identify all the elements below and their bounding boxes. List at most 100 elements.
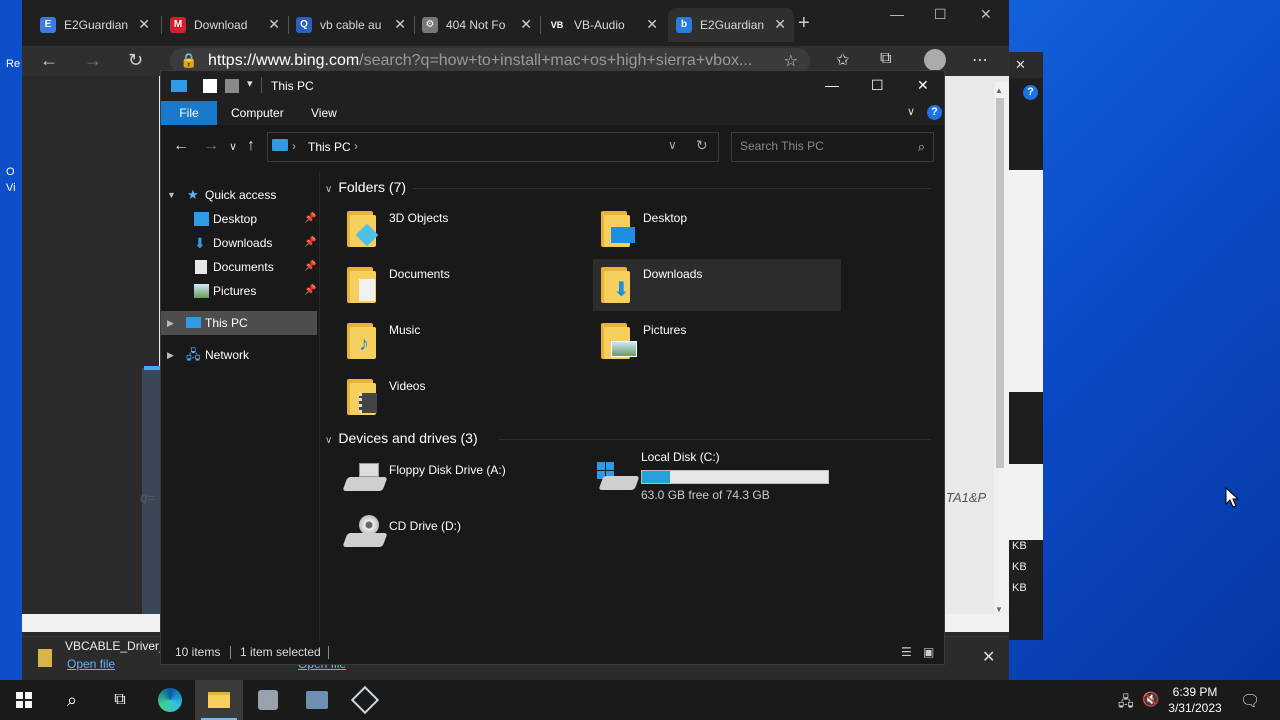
up-arrow-icon[interactable]: ↑ — [247, 137, 255, 155]
details-view-icon[interactable]: ☰ — [901, 645, 912, 659]
group-header-folders[interactable]: ∨ Folders (7) — [325, 179, 406, 195]
folder-3d-objects[interactable]: 3D Objects — [339, 203, 587, 255]
nav-quick-access[interactable]: ▼ ★ Quick access — [161, 183, 317, 207]
collapse-chevron-icon[interactable]: ∨ — [325, 435, 332, 446]
pin-icon[interactable]: 📌 — [304, 279, 316, 303]
properties-icon[interactable] — [203, 79, 217, 93]
folder-icon — [601, 321, 637, 359]
help-icon[interactable]: ? — [927, 105, 942, 120]
breadcrumb[interactable]: This PC — [308, 140, 351, 154]
browser-tab[interactable]: VB VB-Audio ✕ — [540, 8, 666, 42]
search-input[interactable] — [740, 139, 910, 153]
app-button[interactable] — [244, 680, 292, 720]
tab-close-icon[interactable]: ✕ — [774, 16, 786, 33]
file-size-label: KB — [1012, 561, 1027, 573]
tab-close-icon[interactable]: ✕ — [520, 16, 532, 33]
nav-item-downloads[interactable]: ⬇ Downloads 📌 — [161, 231, 317, 255]
folder-videos[interactable]: Videos — [339, 371, 587, 423]
nav-item-network[interactable]: ▶ 🖧 Network — [161, 343, 317, 367]
nav-item-desktop[interactable]: Desktop 📌 — [161, 207, 317, 231]
favorite-star-icon[interactable]: ☆ — [784, 51, 798, 71]
start-button[interactable] — [0, 680, 48, 720]
folder-music[interactable]: ♪ Music — [339, 315, 587, 367]
tab-file[interactable]: File — [161, 101, 217, 125]
browser-tab-active[interactable]: b E2Guardian ✕ — [668, 8, 794, 42]
expand-ribbon-icon[interactable]: ∨ — [907, 105, 915, 118]
folder-desktop[interactable]: Desktop — [593, 203, 841, 255]
nav-item-pictures[interactable]: Pictures 📌 — [161, 279, 317, 303]
url-text: https://www.bing.com/search?q=how+to+ins… — [208, 52, 753, 69]
search-button[interactable]: ⌕ — [48, 680, 96, 720]
tab-close-icon[interactable]: ✕ — [138, 16, 150, 33]
expand-chevron-icon[interactable]: ▶ — [167, 343, 174, 367]
pin-icon[interactable]: 📌 — [304, 255, 316, 279]
notifications-icon[interactable]: 🗨 — [1240, 691, 1260, 711]
address-field[interactable]: › This PC › ∨ ↻ — [267, 132, 719, 162]
back-arrow-icon[interactable]: ← — [173, 137, 189, 155]
window-title: This PC — [271, 79, 314, 93]
tab-computer[interactable]: Computer — [231, 101, 284, 125]
browser-tab[interactable]: ⚙ 404 Not Fo ✕ — [414, 8, 540, 42]
tab-favicon-icon: ⚙ — [422, 17, 438, 33]
refresh-icon[interactable]: ↻ — [128, 50, 143, 71]
address-dropdown-icon[interactable]: ∨ — [668, 138, 677, 152]
tab-close-icon[interactable]: ✕ — [394, 16, 406, 33]
collapse-chevron-icon[interactable]: ∨ — [325, 184, 332, 195]
virtualbox-button[interactable] — [341, 680, 389, 720]
task-view-button[interactable]: ⧉ — [96, 680, 144, 720]
drive-cd[interactable]: CD Drive (D:) — [339, 511, 587, 563]
download-bar-close-icon[interactable]: ✕ — [982, 647, 995, 667]
customize-quick-access-icon[interactable]: ▾ — [247, 77, 253, 90]
explorer-scrollbar[interactable]: ▲ ▼ — [994, 86, 1007, 614]
new-tab-icon[interactable]: + — [798, 12, 810, 35]
collections-icon[interactable]: ⧉ — [880, 50, 891, 68]
profile-avatar[interactable] — [924, 49, 946, 71]
pin-icon[interactable]: 📌 — [304, 231, 316, 255]
app-button[interactable] — [293, 680, 341, 720]
favorites-icon[interactable]: ✩ — [836, 50, 849, 70]
tab-favicon-icon: VB — [548, 17, 566, 33]
browser-minimize-icon[interactable]: — — [890, 6, 904, 22]
folder-documents[interactable]: Documents — [339, 259, 587, 311]
forward-arrow-icon[interactable]: → — [203, 137, 219, 155]
tab-close-icon[interactable]: ✕ — [268, 16, 280, 33]
lock-icon: 🔒 — [180, 52, 198, 68]
expand-chevron-icon[interactable]: ▶ — [167, 311, 174, 335]
clock[interactable]: 6:39 PM 3/31/2023 — [1162, 684, 1228, 716]
refresh-icon[interactable]: ↻ — [696, 137, 708, 154]
browser-maximize-icon[interactable]: ☐ — [934, 6, 947, 23]
nav-item-this-pc[interactable]: ▶ This PC — [161, 311, 317, 335]
close-icon[interactable]: ✕ — [917, 77, 929, 94]
drive-floppy[interactable]: Floppy Disk Drive (A:) — [339, 455, 587, 507]
search-box[interactable]: ⌕ — [731, 132, 934, 162]
volume-muted-icon[interactable]: 🔇 — [1142, 691, 1159, 708]
minimize-icon[interactable]: — — [825, 77, 839, 93]
browser-tab[interactable]: Q vb cable au ✕ — [288, 8, 414, 42]
tab-close-icon[interactable]: ✕ — [646, 16, 658, 33]
large-icons-view-icon[interactable]: ▣ — [923, 645, 934, 659]
recent-locations-icon[interactable]: ∨ — [229, 140, 237, 153]
taskbar: ⌕ ⧉ 🖧 🔇 6:39 PM 3/31/2023 🗨 — [0, 680, 1280, 720]
nav-item-documents[interactable]: Documents 📌 — [161, 255, 317, 279]
browser-tab[interactable]: M Download ✕ — [162, 8, 288, 42]
new-folder-icon[interactable] — [225, 79, 239, 93]
browser-tab[interactable]: E E2Guardian ✕ — [32, 8, 158, 42]
folder-pictures[interactable]: Pictures — [593, 315, 841, 367]
edge-button[interactable] — [146, 680, 194, 720]
network-tray-icon[interactable]: 🖧 — [1118, 691, 1134, 715]
open-file-link[interactable]: Open file — [67, 657, 115, 671]
tab-title: VB-Audio — [574, 18, 625, 32]
search-icon: ⌕ — [917, 139, 925, 154]
pin-icon[interactable]: 📌 — [304, 207, 316, 231]
forward-arrow-icon[interactable]: → — [84, 50, 102, 71]
tab-view[interactable]: View — [311, 101, 337, 125]
group-header-devices[interactable]: ∨ Devices and drives (3) — [325, 430, 478, 446]
folder-downloads[interactable]: ⬇ Downloads — [593, 259, 841, 311]
maximize-icon[interactable]: ☐ — [871, 77, 884, 94]
browser-close-icon[interactable]: ✕ — [980, 6, 992, 23]
file-explorer-button[interactable] — [195, 680, 243, 720]
more-options-icon[interactable]: ⋯ — [972, 50, 988, 70]
back-arrow-icon[interactable]: ← — [40, 50, 58, 71]
collapse-chevron-icon[interactable]: ▼ — [167, 183, 176, 207]
drive-local-c[interactable]: Local Disk (C:) 63.0 GB free of 74.3 GB — [593, 448, 843, 508]
